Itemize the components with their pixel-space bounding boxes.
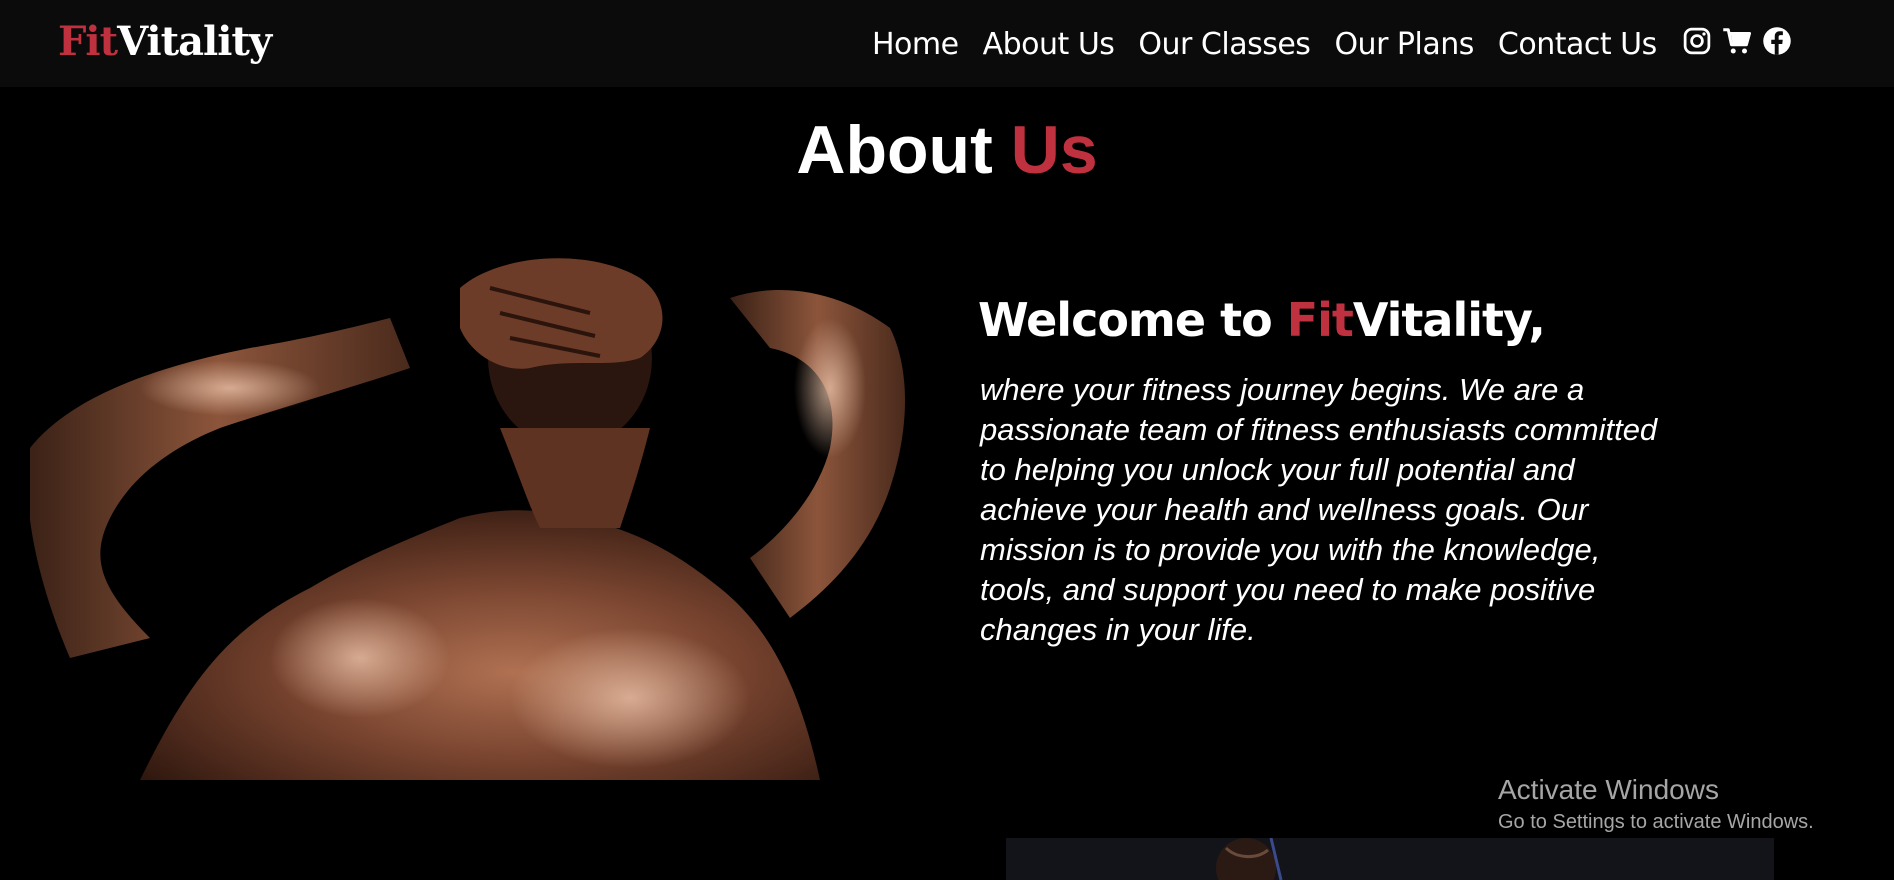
about-title-accent: Us — [1010, 112, 1098, 188]
navbar: FitVitality Home About Us Our Classes Ou… — [0, 0, 1894, 87]
logo-vitality: Vitality — [117, 18, 272, 65]
cart-icon[interactable] — [1722, 26, 1752, 56]
nav-contact-link[interactable]: Contact Us — [1498, 27, 1657, 62]
nav-home-link[interactable]: Home — [872, 27, 959, 62]
welcome-suffix: Vitality, — [1352, 293, 1546, 347]
nav-classes-link[interactable]: Our Classes — [1138, 27, 1311, 62]
about-title: About Us — [0, 110, 1894, 190]
nav-plans-link[interactable]: Our Plans — [1334, 27, 1474, 62]
instagram-icon[interactable] — [1682, 26, 1712, 56]
about-title-white: About — [796, 112, 993, 188]
hero-image — [30, 258, 905, 780]
windows-activation-watermark: Activate Windows Go to Settings to activ… — [1498, 772, 1814, 836]
windows-activation-subtitle: Go to Settings to activate Windows. — [1498, 811, 1814, 833]
welcome-heading: Welcome to FitVitality, — [978, 288, 1546, 352]
brand-logo[interactable]: FitVitality — [58, 14, 272, 70]
windows-activation-title: Activate Windows — [1498, 774, 1719, 805]
secondary-image — [1006, 838, 1774, 880]
logo-fit: Fit — [58, 18, 118, 65]
nav-links: Home About Us Our Classes Our Plans Cont… — [872, 22, 1657, 66]
about-paragraph: where your fitness journey begins. We ar… — [980, 372, 1658, 647]
nav-icons — [1682, 26, 1792, 56]
welcome-fit: Fit — [1286, 293, 1354, 347]
nav-about-link[interactable]: About Us — [983, 27, 1115, 62]
facebook-icon[interactable] — [1762, 26, 1792, 56]
welcome-prefix: Welcome to — [978, 293, 1287, 347]
